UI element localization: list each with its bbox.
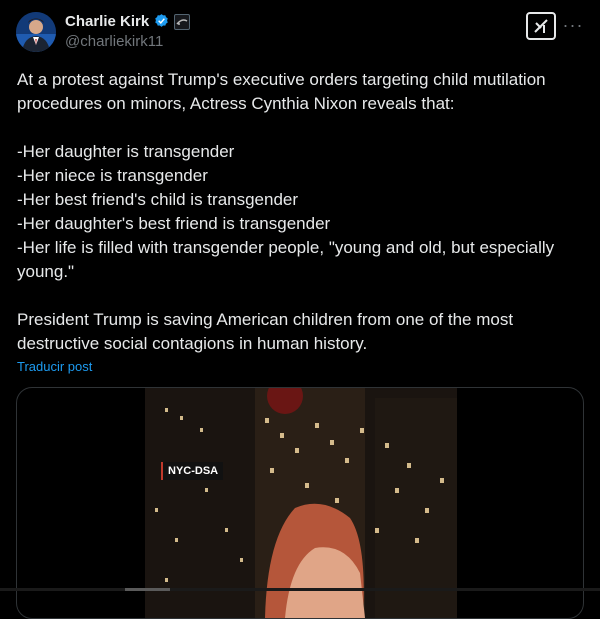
tweet-text: At a protest against Trump's executive o…: [17, 70, 555, 353]
verified-badge-icon: [155, 14, 168, 27]
avatar[interactable]: [16, 12, 56, 52]
grok-icon[interactable]: [526, 12, 556, 40]
video-overlay-label: NYC-DSA: [161, 462, 224, 480]
author-handle[interactable]: @charliekirk11: [65, 33, 163, 50]
video-frame[interactable]: NYC-DSA: [145, 388, 457, 618]
more-options-icon[interactable]: ···: [562, 14, 584, 36]
video-thumbnail: [145, 388, 457, 618]
affiliate-badge-icon[interactable]: [174, 13, 191, 30]
author-name-row: Charlie Kirk: [65, 13, 191, 30]
translate-post-link[interactable]: Traducir post: [17, 359, 92, 374]
author-display-name[interactable]: Charlie Kirk: [65, 13, 149, 30]
video-player[interactable]: NYC-DSA: [16, 387, 584, 619]
